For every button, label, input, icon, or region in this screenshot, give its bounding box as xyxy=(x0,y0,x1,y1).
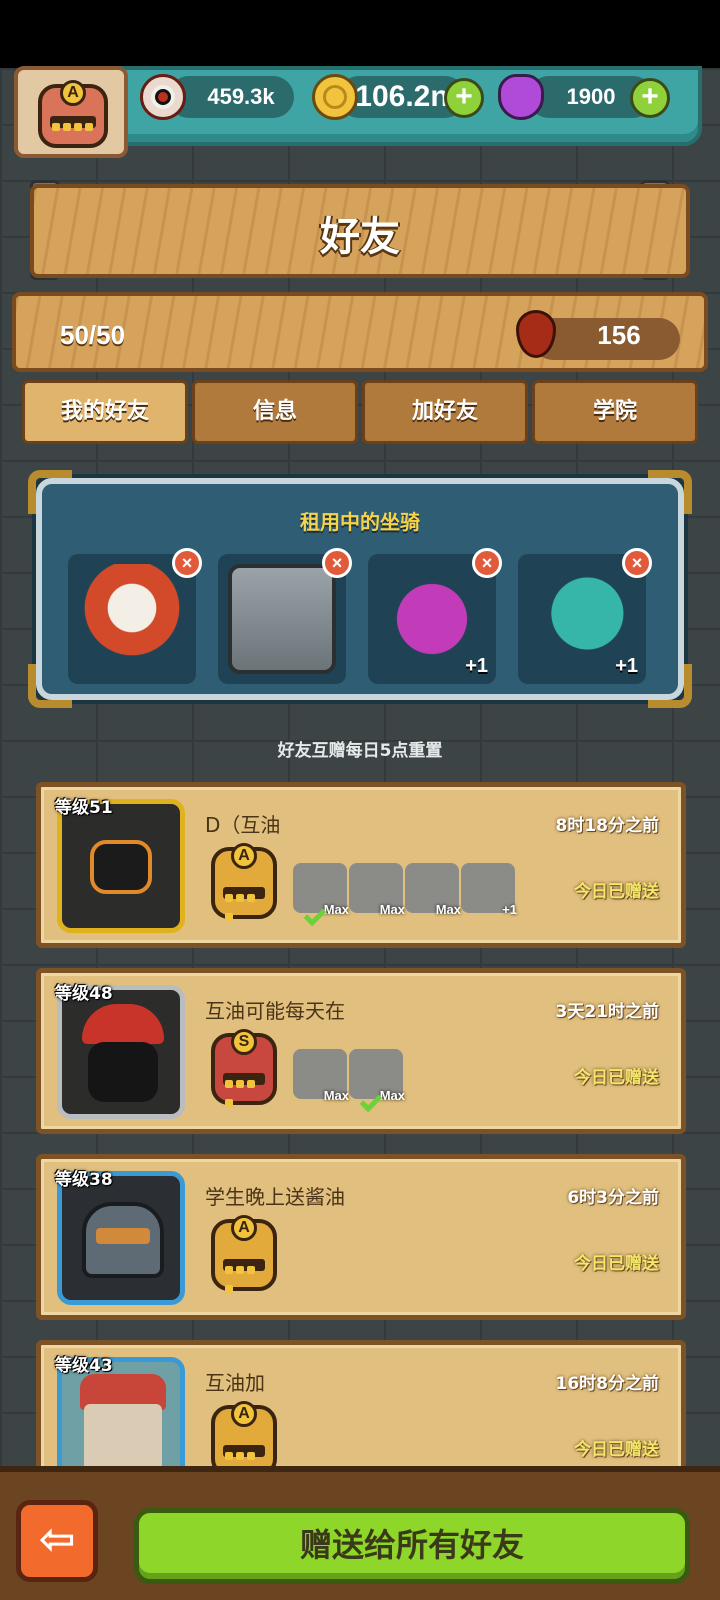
mount-level-label: Max xyxy=(435,902,461,917)
eyeballs-value: 459.3k xyxy=(207,84,275,109)
back-button[interactable]: ⇦ xyxy=(16,1500,98,1582)
friend-rank-badge: A xyxy=(211,843,277,921)
friend-avatar[interactable] xyxy=(57,985,185,1119)
mount-level-label: Max xyxy=(379,902,405,917)
rented-mount-slot[interactable]: × +1 xyxy=(368,548,502,684)
friend-last-seen: 3天21时之前 xyxy=(555,1002,660,1022)
machine-mount-icon xyxy=(228,564,336,674)
friend-avatar[interactable] xyxy=(57,1171,185,1305)
friend-card[interactable]: 等级38 学生晚上送酱油 6时3分之前 A 今日已赠送 xyxy=(36,1154,686,1320)
rented-mount-slot[interactable]: × +1 xyxy=(518,548,652,684)
coins-value: 106.2n xyxy=(355,80,449,113)
potion-value: 1900 xyxy=(566,84,616,109)
friends-count-board: 50/50 156 xyxy=(12,292,708,372)
friend-last-seen: 16时8分之前 xyxy=(555,1374,660,1394)
friends-tabs: 我的好友 信息 加好友 学院 xyxy=(22,380,698,444)
friend-mount-icon[interactable]: +1 xyxy=(461,863,517,917)
tab-my-friends[interactable]: 我的好友 xyxy=(22,380,188,444)
lion-dance-mount-icon xyxy=(78,564,186,674)
eyeballs-counter: 459.3k xyxy=(168,76,294,118)
friend-last-seen: 6时3分之前 xyxy=(567,1188,659,1208)
daily-reset-note: 好友互赠每日5点重置 xyxy=(277,741,443,761)
friend-name: 互油加 xyxy=(205,1371,265,1395)
friend-level: 等级51 xyxy=(55,798,113,818)
mount-level-label: Max xyxy=(379,1088,405,1103)
mount-level-label: Max xyxy=(323,1088,349,1103)
friend-last-seen: 8时18分之前 xyxy=(555,816,660,836)
friend-level: 等级43 xyxy=(55,1356,113,1376)
rented-mounts-title: 租用中的坐骑 xyxy=(300,510,420,534)
title-board: 好友 xyxy=(30,184,690,278)
remove-mount-button[interactable]: × xyxy=(622,548,652,578)
plus-icon: + xyxy=(641,80,659,113)
friend-mount-icon[interactable]: Max xyxy=(405,863,461,917)
mount-level-label: +1 xyxy=(502,902,517,917)
friend-rank-letter: A xyxy=(231,843,257,869)
friend-level: 等级48 xyxy=(55,984,113,1004)
rented-mount-slot[interactable]: × xyxy=(68,548,202,684)
friend-rank-letter: A xyxy=(231,1215,257,1241)
plus-icon: + xyxy=(455,80,473,113)
page-title: 好友 xyxy=(320,214,400,260)
player-rank-letter: A xyxy=(60,80,86,106)
friend-card[interactable]: 等级51 D（互油 8时18分之前 A Max Max Max +1 今日已赠送 xyxy=(36,782,686,948)
friend-name: 学生晚上送酱油 xyxy=(205,1185,345,1209)
friends-count: 50/50 xyxy=(60,320,126,350)
friend-name: 互油可能每天在 xyxy=(205,999,345,1023)
friend-name: D（互油 xyxy=(205,813,281,837)
gift-sent-status: 今日已赠送 xyxy=(574,1068,659,1088)
panel-corner xyxy=(648,664,692,708)
friend-mount-icon[interactable]: Max xyxy=(349,863,405,917)
friend-rank-badge: A xyxy=(211,1215,277,1293)
gift-sent-status: 今日已赠送 xyxy=(574,1254,659,1274)
friend-rank-letter: A xyxy=(231,1401,257,1427)
friend-avatar[interactable] xyxy=(57,799,185,933)
status-bar xyxy=(0,0,720,68)
remove-mount-button[interactable]: × xyxy=(322,548,352,578)
tab-messages[interactable]: 信息 xyxy=(192,380,358,444)
mount-level-label: Max xyxy=(323,902,349,917)
friend-rank-letter: S xyxy=(231,1029,257,1055)
add-potion-button[interactable]: + xyxy=(630,78,670,118)
add-coins-button[interactable]: + xyxy=(444,78,484,118)
back-arrow-icon: ⇦ xyxy=(38,1514,76,1565)
friend-rank-badge: S xyxy=(211,1029,277,1107)
friend-card[interactable]: 等级48 互油可能每天在 3天21时之前 S Max Max 今日已赠送 xyxy=(36,968,686,1134)
panel-corner xyxy=(28,664,72,708)
give-all-friends-button[interactable]: 赠送给所有好友 xyxy=(134,1508,690,1584)
remove-mount-button[interactable]: × xyxy=(472,548,502,578)
gift-sent-status: 今日已赠送 xyxy=(574,1440,659,1460)
player-avatar-button[interactable]: A xyxy=(14,66,128,158)
eyeball-icon xyxy=(140,74,186,120)
mount-bonus-label: +1 xyxy=(615,655,638,677)
rented-mounts-panel: 租用中的坐骑 × × × +1 × +1 xyxy=(28,470,692,708)
friend-level: 等级38 xyxy=(55,1170,113,1190)
tab-add-friend[interactable]: 加好友 xyxy=(362,380,528,444)
friend-mount-icon[interactable]: Max xyxy=(293,1049,349,1103)
player-rank-badge: A xyxy=(38,80,108,148)
remove-mount-button[interactable]: × xyxy=(172,548,202,578)
rank-progress xyxy=(50,116,96,131)
coin-icon xyxy=(312,74,358,120)
rented-mount-slot[interactable]: × xyxy=(218,548,352,684)
gift-sent-status: 今日已赠送 xyxy=(574,882,659,902)
mount-bonus-label: +1 xyxy=(465,655,488,677)
blood-value: 156 xyxy=(597,320,641,350)
tab-academy[interactable]: 学院 xyxy=(532,380,698,444)
potion-icon xyxy=(498,74,544,120)
